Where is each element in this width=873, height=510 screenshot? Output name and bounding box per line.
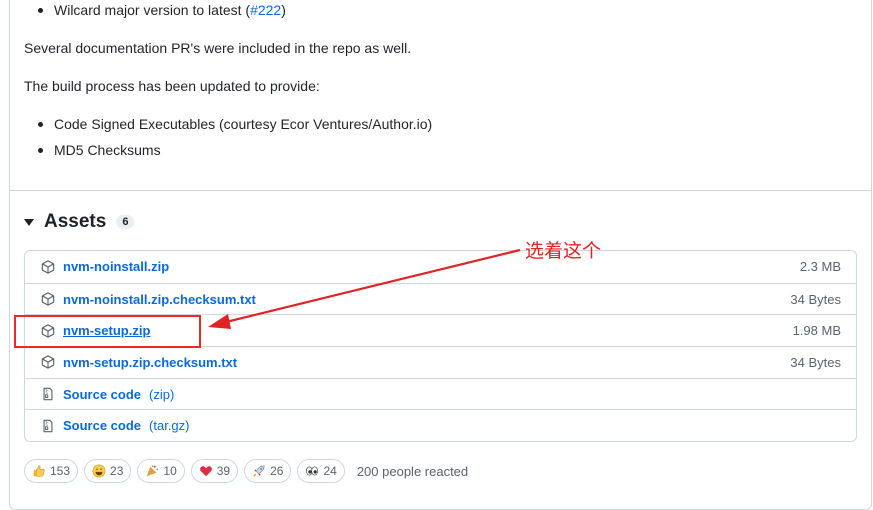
assets-title: Assets (44, 211, 107, 232)
wildcard-close: ) (281, 2, 286, 18)
asset-link[interactable]: Source code (63, 418, 141, 433)
rocket-icon (252, 464, 266, 478)
issue-link[interactable]: #222 (250, 2, 281, 18)
reaction-count: 153 (50, 464, 71, 478)
asset-link[interactable]: nvm-setup.zip.checksum.txt (63, 355, 237, 370)
reaction-count: 23 (110, 464, 124, 478)
reactions-bar: 153 23 10 39 26 24 200 people reacted (24, 459, 468, 483)
asset-size: 2.3 MB (799, 259, 841, 275)
list-item: Wilcard major version to latest (#222) (38, 0, 286, 20)
thumbs-up-icon (32, 464, 46, 478)
bullet-dot (38, 8, 43, 13)
reaction-count: 39 (216, 464, 231, 478)
asset-row: nvm-noinstall.zip.checksum.txt 34 Bytes (25, 282, 856, 315)
caret-down-icon (24, 218, 34, 226)
heart-icon (199, 464, 213, 478)
package-icon (41, 260, 55, 274)
asset-link[interactable]: nvm-noinstall.zip.checksum.txt (63, 292, 256, 307)
assets-count-badge: 6 (116, 215, 135, 229)
wildcard-text: Wilcard major version to latest ( (54, 2, 251, 18)
highlight-box (14, 315, 201, 348)
laugh-icon (92, 464, 106, 478)
reaction-laugh[interactable]: 23 (84, 459, 132, 483)
bullet-dot (38, 148, 43, 153)
list-item: Code Signed Executables (courtesy Ecor V… (38, 114, 432, 134)
docs-paragraph: Several documentation PR's were included… (24, 40, 412, 56)
asset-link[interactable]: nvm-noinstall.zip (63, 259, 169, 274)
divider (10, 190, 872, 191)
reaction-rocket[interactable]: 26 (244, 459, 292, 483)
package-icon (41, 292, 55, 306)
reaction-thumbs-up[interactable]: 153 (24, 459, 79, 483)
list-item: MD5 Checksums (38, 140, 161, 160)
reaction-count: 26 (270, 464, 284, 478)
build-paragraph: The build process has been updated to pr… (24, 78, 320, 94)
build-item-text: MD5 Checksums (54, 142, 161, 158)
file-zip-icon (41, 419, 55, 433)
asset-size: 34 Bytes (790, 291, 841, 307)
reaction-count: 24 (323, 464, 337, 478)
reactions-summary: 200 people reacted (356, 463, 469, 479)
bullet-dot (38, 122, 43, 127)
tada-icon (145, 464, 159, 478)
file-zip-icon (41, 387, 55, 401)
reaction-count: 10 (163, 464, 177, 478)
reaction-heart[interactable]: 39 (190, 459, 239, 483)
asset-row: nvm-noinstall.zip 2.3 MB (25, 251, 856, 283)
annotation-text: 选着这个 (525, 241, 602, 262)
asset-format-link[interactable]: (zip) (149, 387, 174, 402)
eyes-icon (305, 464, 319, 478)
asset-row: Source code (zip) (25, 377, 856, 410)
asset-size: 1.98 MB (792, 323, 841, 339)
assets-toggle[interactable]: Assets 6 (24, 211, 135, 233)
asset-row: Source code (tar.gz) (25, 409, 856, 441)
asset-link[interactable]: Source code (63, 387, 141, 402)
build-item-text: Code Signed Executables (courtesy Ecor V… (54, 116, 433, 132)
asset-row: nvm-setup.zip.checksum.txt 34 Bytes (25, 346, 856, 378)
reaction-tada[interactable]: 10 (137, 459, 185, 483)
asset-format-link[interactable]: (tar.gz) (149, 418, 189, 433)
asset-size: 34 Bytes (790, 354, 841, 370)
reaction-eyes[interactable]: 24 (297, 459, 345, 483)
package-icon (41, 355, 55, 370)
